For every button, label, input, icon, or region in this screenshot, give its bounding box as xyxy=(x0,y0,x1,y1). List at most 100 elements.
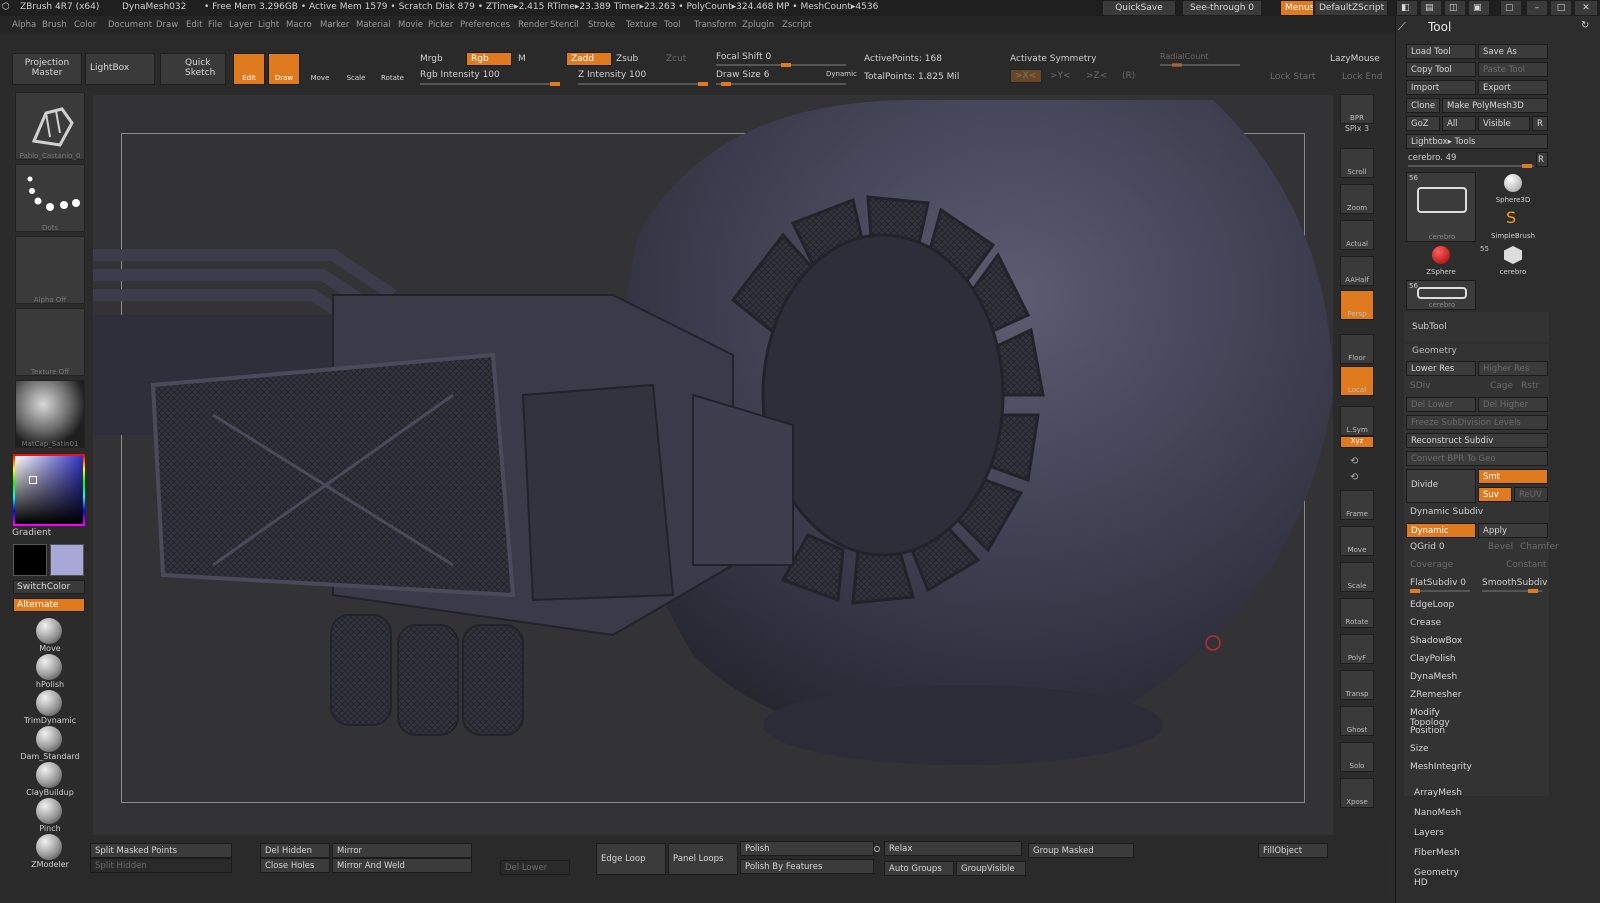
smt-toggle[interactable]: Smt xyxy=(1478,469,1548,484)
menu-color[interactable]: Color xyxy=(74,20,96,30)
brush-pinch-icon[interactable] xyxy=(36,798,62,824)
main-color-swatch[interactable] xyxy=(50,544,84,576)
import-button[interactable]: Import xyxy=(1406,80,1476,95)
projection-master-button[interactable]: Projection Master xyxy=(12,53,82,85)
menu-document[interactable]: Document xyxy=(108,20,152,30)
coverage-slider[interactable]: Coverage xyxy=(1410,560,1453,570)
gradient-label[interactable]: Gradient xyxy=(12,528,51,538)
menu-light[interactable]: Light xyxy=(258,20,279,30)
zadd-button[interactable]: Zadd xyxy=(566,52,612,66)
default-zscript-button[interactable]: DefaultZScript xyxy=(1314,0,1388,16)
divide-button[interactable]: Divide xyxy=(1406,469,1476,503)
menu-marker[interactable]: Marker xyxy=(320,20,349,30)
menu-transform[interactable]: Transform xyxy=(694,20,736,30)
menu-stroke[interactable]: Stroke xyxy=(588,20,615,30)
qgrid-slider[interactable]: QGrid 0 xyxy=(1410,542,1445,552)
material-thumbnail[interactable] xyxy=(15,380,85,448)
rotate-button[interactable]: Rotate xyxy=(376,53,408,85)
convert-bpr-button[interactable]: Convert BPR To Geo xyxy=(1406,451,1548,466)
subpalette-shadowbox[interactable]: ShadowBox xyxy=(1410,636,1462,646)
polish-by-features-slider[interactable]: Polish By Features xyxy=(740,859,874,874)
minimize-icon[interactable]: – xyxy=(1526,0,1548,16)
sym-z-button[interactable]: >Z< xyxy=(1086,71,1107,81)
subpalette-dynamesh[interactable]: DynaMesh xyxy=(1410,672,1457,682)
subpalette-edgeloop[interactable]: EdgeLoop xyxy=(1410,600,1454,610)
fill-object-button[interactable]: FillObject xyxy=(1258,843,1328,858)
goz-all-button[interactable]: All xyxy=(1442,116,1476,131)
menu-macro[interactable]: Macro xyxy=(286,20,312,30)
goz-button[interactable]: GoZ xyxy=(1406,116,1440,131)
scale-button[interactable]: Scale xyxy=(340,53,372,85)
sym-x-button[interactable]: >X< xyxy=(1010,69,1042,83)
dynamic-size-toggle[interactable]: Dynamic xyxy=(826,70,857,78)
menu-brush[interactable]: Brush xyxy=(42,20,67,30)
quicksave-button[interactable]: QuickSave xyxy=(1102,0,1176,16)
rstr-button[interactable]: Rstr xyxy=(1521,381,1539,391)
dynamic-toggle[interactable]: Dynamic xyxy=(1406,523,1476,538)
reuv-button[interactable]: ReUV xyxy=(1514,487,1548,502)
subpalette-zremesher[interactable]: ZRemesher xyxy=(1410,690,1462,700)
apply-button[interactable]: Apply xyxy=(1478,523,1548,538)
auto-groups-button[interactable]: Auto Groups xyxy=(884,861,954,876)
menus-button[interactable]: Menus xyxy=(1280,0,1314,16)
panel-loops-button[interactable]: Panel Loops xyxy=(668,843,738,875)
tool-selector-slider[interactable]: cerebro. 49 xyxy=(1408,153,1456,163)
brush-dam_standard-icon[interactable] xyxy=(36,726,62,752)
canvas-viewport[interactable] xyxy=(93,95,1333,835)
texture-thumbnail[interactable] xyxy=(15,308,85,376)
menu-movie[interactable]: Movie xyxy=(398,20,423,30)
menu-tool[interactable]: Tool xyxy=(664,20,681,30)
radial-count-slider[interactable]: RadialCount xyxy=(1160,52,1208,61)
subpalette-claypolish[interactable]: ClayPolish xyxy=(1410,654,1456,664)
geometry-header[interactable]: Geometry xyxy=(1412,346,1457,356)
subpalette-layers[interactable]: Layers xyxy=(1414,828,1444,838)
del-higher-button[interactable]: Del Higher xyxy=(1478,397,1548,412)
menu-draw[interactable]: Draw xyxy=(156,20,178,30)
color-picker[interactable] xyxy=(13,454,85,526)
sym-r-button[interactable]: (R) xyxy=(1122,71,1135,81)
rgb-intensity-slider[interactable]: Rgb Intensity 100 xyxy=(420,70,500,80)
tool-thumbnail[interactable] xyxy=(15,92,85,160)
spix-slider[interactable]: SPix 3 xyxy=(1336,124,1378,133)
activate-symmetry-button[interactable]: Activate Symmetry xyxy=(1010,54,1096,64)
focal-shift-slider[interactable]: Focal Shift 0 xyxy=(716,52,771,62)
subpalette-fibermesh[interactable]: FiberMesh xyxy=(1414,848,1460,858)
menu-layer[interactable]: Layer xyxy=(229,20,253,30)
tool-thumb-cerebro[interactable]: 55 cerebro xyxy=(1478,244,1548,278)
lock-start-button[interactable]: Lock Start xyxy=(1270,72,1315,82)
draw-button[interactable]: Draw xyxy=(268,53,300,85)
chamfer-toggle[interactable]: Chamfer xyxy=(1520,542,1559,552)
tool-selector-r-button[interactable]: R xyxy=(1536,152,1548,167)
bevel-toggle[interactable]: Bevel xyxy=(1488,542,1513,552)
tool-thumb-zsphere[interactable]: ZSphere xyxy=(1406,244,1476,278)
subtool-header[interactable]: SubTool xyxy=(1412,322,1447,332)
smoothsubdiv-slider[interactable]: SmoothSubdiv xyxy=(1482,578,1547,588)
subpalette-size[interactable]: Size xyxy=(1410,744,1428,754)
split-masked-points-button[interactable]: Split Masked Points xyxy=(90,843,232,858)
subpalette-modify-topology[interactable]: Modify Topology xyxy=(1410,708,1450,728)
lock-end-button[interactable]: Lock End xyxy=(1342,72,1383,82)
menu-zscript[interactable]: Zscript xyxy=(782,20,812,30)
sdiv-slider[interactable]: SDiv xyxy=(1410,381,1430,391)
maximize-icon[interactable]: □ xyxy=(1550,0,1572,16)
mirror-and-weld-button[interactable]: Mirror And Weld xyxy=(332,858,472,873)
flatsubdiv-slider[interactable]: FlatSubdiv 0 xyxy=(1410,578,1466,588)
del-lower-bottom-button[interactable]: Del Lower xyxy=(500,860,570,875)
subpalette-geometry-hd[interactable]: Geometry HD xyxy=(1414,868,1459,888)
tool-thumb-simplebrush[interactable]: S SimpleBrush xyxy=(1478,208,1548,242)
subpalette-position[interactable]: Position xyxy=(1410,726,1445,736)
lower-res-button[interactable]: Lower Res xyxy=(1406,361,1476,376)
subpalette-crease[interactable]: Crease xyxy=(1410,618,1441,628)
switchcolor-button[interactable]: SwitchColor xyxy=(13,580,85,594)
brush-move-icon[interactable] xyxy=(36,618,62,644)
lightbox-tools-button[interactable]: Lightbox▸ Tools xyxy=(1406,134,1548,149)
group-masked-button[interactable]: Group Masked xyxy=(1028,843,1134,858)
palette-icon[interactable]: ▤ xyxy=(1420,0,1442,16)
polish-slider[interactable]: Polish xyxy=(740,841,874,856)
menu-file[interactable]: File xyxy=(208,20,222,30)
goz-r-button[interactable]: R xyxy=(1532,116,1548,131)
copy-tool-button[interactable]: Copy Tool xyxy=(1406,62,1476,77)
see-through-slider[interactable]: See-through 0 xyxy=(1182,0,1262,16)
3d-model[interactable] xyxy=(93,95,1333,835)
alternate-button[interactable]: Alternate xyxy=(13,598,85,612)
